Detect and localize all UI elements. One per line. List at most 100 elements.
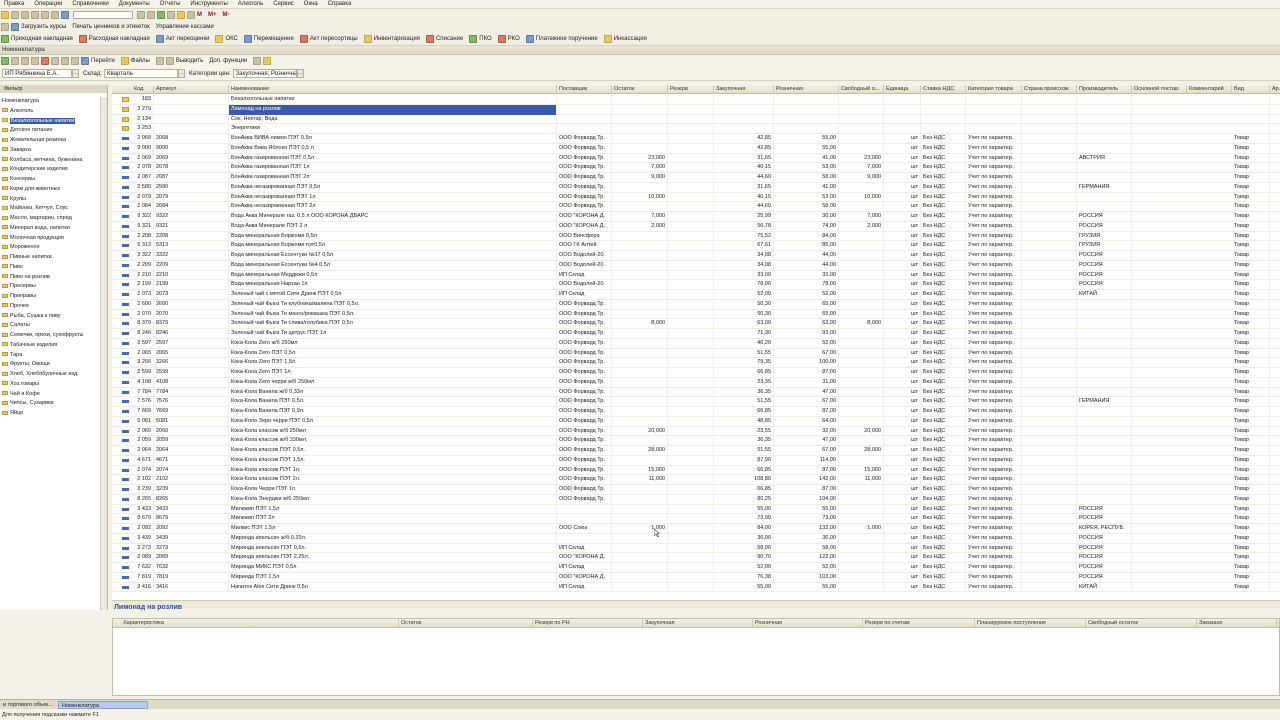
tree-item[interactable]: Пивные напитки — [0, 253, 100, 263]
table-row[interactable]: 8 265 8265 Кока-Кола Энерджи ж/б 250мл ООО … — [112, 494, 1280, 505]
document-button[interactable]: Инвентаризация — [374, 36, 420, 42]
table-row[interactable]: 2 087 2087 БонАква газированная ПЭТ 2л ООО … — [112, 173, 1280, 183]
table-row[interactable]: 2 060 2060 Кока-Кола классик ж/б 250мл ООО … — [112, 426, 1280, 437]
menu-item[interactable]: Алкоголь — [238, 1, 263, 7]
search-next-icon[interactable] — [147, 11, 155, 19]
price-category-field[interactable]: Закупочная; Розничная — [232, 69, 297, 78]
task-nomenclature[interactable]: Номенклатура — [58, 701, 148, 709]
column-header[interactable]: Основной постав. — [1132, 85, 1187, 94]
table-row[interactable]: 2 209 2209 Вода минеральная Ессентуки №4 0… — [112, 260, 1280, 271]
table-row[interactable]: 2 580 2580 БонАква негазированная ПЭТ 0,5л… — [112, 182, 1280, 193]
tab-filter[interactable]: Фильтр — [0, 85, 107, 93]
tree-item[interactable]: Масло, маргарин, спред — [0, 214, 100, 224]
tree-item[interactable]: Заварка — [0, 146, 100, 156]
memory-label[interactable]: M — [197, 12, 202, 18]
find-icon[interactable] — [61, 11, 69, 19]
column-header[interactable]: Вид — [1232, 85, 1270, 94]
calendar-icon[interactable] — [177, 11, 185, 19]
column-header[interactable]: Ставка НДС — [921, 85, 966, 94]
tree-item[interactable]: Чай и Кофе — [0, 390, 100, 400]
extra-functions-button[interactable]: Доп. функции — [209, 58, 247, 64]
column-header[interactable]: Артикул — [154, 85, 229, 94]
barcode-icon[interactable] — [165, 57, 174, 65]
document-button[interactable]: РКО — [508, 36, 520, 42]
tree-item[interactable]: Чипсы, Сухарики — [0, 399, 100, 409]
tree-scrollbar[interactable] — [100, 97, 107, 610]
characteristics-column-header[interactable]: Свободный остаток — [1086, 619, 1197, 628]
characteristics-column-header[interactable]: Планируемое поступление — [975, 619, 1086, 628]
document-button[interactable]: Акт переоценки — [166, 36, 210, 42]
tree-item[interactable]: Мороженое — [0, 243, 100, 253]
print-icon[interactable] — [31, 11, 39, 19]
table-row[interactable]: 2 074 2074 Кока-Кола классик ПЭТ 1л. ООО Фо… — [112, 465, 1280, 476]
tree-item[interactable]: Яйцо — [0, 409, 100, 419]
filter-icon[interactable] — [51, 57, 59, 65]
task-outlet[interactable]: и торгового объек... — [0, 701, 56, 709]
characteristics-column-header[interactable]: Розничная — [753, 619, 863, 628]
column-header[interactable]: Страна происхож. — [1022, 85, 1077, 94]
table-row[interactable]: 2 070 2070 Зеленый чай Фьюз Ти манго/ромаш… — [112, 309, 1280, 320]
files-icon[interactable] — [120, 57, 129, 65]
warehouse-select-button[interactable]: … — [178, 69, 186, 78]
files-button[interactable]: Файлы — [131, 58, 150, 64]
table-row[interactable]: 2 600 2600 Зеленый чай Фьюз Ти клубника/ма… — [112, 299, 1280, 310]
table-row[interactable]: 3 266 3266 Кока-Кола Zero ПЭТ 1,5л. ООО Фор… — [112, 358, 1280, 368]
menu-item[interactable]: Окна — [304, 1, 318, 7]
table-row[interactable]: 2 597 2597 Кока-Кола Zero ж/б 250мл ООО Фор… — [112, 338, 1280, 349]
cut-icon[interactable] — [1, 11, 9, 19]
table-row[interactable]: 2 065 2065 Кока-Кола Zero ПЭТ 0,5л. ООО Фор… — [112, 348, 1280, 359]
tree-item[interactable]: Пиво — [0, 263, 100, 273]
price-category-select-button[interactable]: … — [296, 69, 304, 78]
table-row[interactable]: 2 069 2069 БонАква газированная ПЭТ 0,5л ОО… — [112, 153, 1280, 164]
characteristics-column-header[interactable]: Закупочная — [643, 619, 753, 628]
search-input[interactable] — [73, 11, 133, 19]
tree-item[interactable]: Пиво на розлив — [0, 273, 100, 283]
print-labels-button[interactable]: Печать ценников и этикеток — [72, 24, 149, 30]
table-row[interactable]: 4 108 4108 Кока-Кола Zero черри ж/б 250мл.… — [112, 377, 1280, 388]
column-header[interactable]: Код — [132, 85, 154, 94]
table-row[interactable]: 7 632 7632 Миринда МИКС ПЭТ 0,5л ИП Склад 52… — [112, 563, 1280, 573]
column-header[interactable]: Остаток — [612, 85, 668, 94]
tree-item[interactable]: Рыба, Сушка к пиву — [0, 312, 100, 322]
paste-icon[interactable] — [21, 11, 29, 19]
table-horizontal-scrollbar[interactable] — [112, 600, 1280, 608]
tree-item[interactable]: Семечки, орехи, сухофрукты — [0, 331, 100, 341]
table-row[interactable]: 2 599 2599 Кока-Кола Zero ПЭТ 1л. ООО Форва… — [112, 368, 1280, 378]
tree-item[interactable]: Детское питание — [0, 126, 100, 136]
organization-field[interactable]: ИП Рябинкина Е.А. — [2, 69, 72, 78]
table-row[interactable]: 9 000 9000 БонАква Вива Яблоко ПЭТ 0,5 л ОО… — [112, 143, 1280, 154]
table-row[interactable]: 8 246 8246 Зеленый чай Фьюз Ти цитрус ПЭТ … — [112, 329, 1280, 339]
document-button[interactable]: Списание — [436, 36, 463, 42]
table-row[interactable]: 2 208 2208 Вода минеральная Боржоми 0,5л ОО… — [112, 231, 1280, 242]
table-row[interactable]: 2 068 2068 БонАква ВИВА лимон ПЭТ 0,5л ООО … — [112, 134, 1280, 144]
table-row[interactable]: 2 134 Сок, Нектар, Вода — [112, 114, 1280, 125]
table-row[interactable]: 7 669 7669 Кока-Кола Ванила ПЭТ 0,9л. ООО Ф… — [112, 407, 1280, 417]
tree-item[interactable]: Крупы — [0, 195, 100, 205]
table-row[interactable]: 2 084 2084 БонАква негазированная ПЭТ 2л ОО… — [112, 202, 1280, 212]
tree-item[interactable]: Табачные изделия — [0, 341, 100, 351]
column-header[interactable]: Закупочная — [714, 85, 774, 94]
column-header[interactable]: Поставщик — [557, 85, 612, 94]
tree-item[interactable]: Пресервы — [0, 282, 100, 292]
menu-item[interactable]: Справочники — [72, 1, 108, 7]
tree-item[interactable]: Консервы — [0, 175, 100, 185]
copy-icon[interactable] — [11, 11, 19, 19]
menu-item[interactable]: Документы — [119, 1, 150, 7]
goto-button[interactable]: Перейти — [91, 58, 115, 64]
characteristics-column-header[interactable]: Резерв по РН — [533, 619, 643, 628]
edit-icon[interactable] — [31, 57, 39, 65]
table-row[interactable]: 3 433 3433 Милкжип ПЭТ 1,5л 55,00 55,00 шт Без… — [112, 504, 1280, 515]
menu-item[interactable]: Отчеты — [160, 1, 181, 7]
tree-item[interactable]: Молочная продукция — [0, 234, 100, 244]
document-button[interactable]: Платежное поручение — [536, 36, 598, 42]
calculator-icon[interactable] — [187, 11, 195, 19]
load-rates-button[interactable]: Загрузить курсы — [21, 24, 66, 30]
characteristics-column-header[interactable]: Характеристика — [121, 619, 399, 628]
memory-minus-label[interactable]: M- — [223, 12, 230, 18]
table-row[interactable]: 8 379 8379 Зеленый чай Фьюз Ти слива/голуб… — [112, 319, 1280, 329]
delete-icon[interactable] — [41, 57, 49, 65]
table-row[interactable]: 2 078 2078 БонАква газированная ПЭТ 1л ООО … — [112, 163, 1280, 173]
filter-clear-icon[interactable] — [61, 57, 69, 65]
tree-item[interactable]: Приправы — [0, 292, 100, 302]
column-header[interactable]: Категория товара — [966, 85, 1022, 94]
